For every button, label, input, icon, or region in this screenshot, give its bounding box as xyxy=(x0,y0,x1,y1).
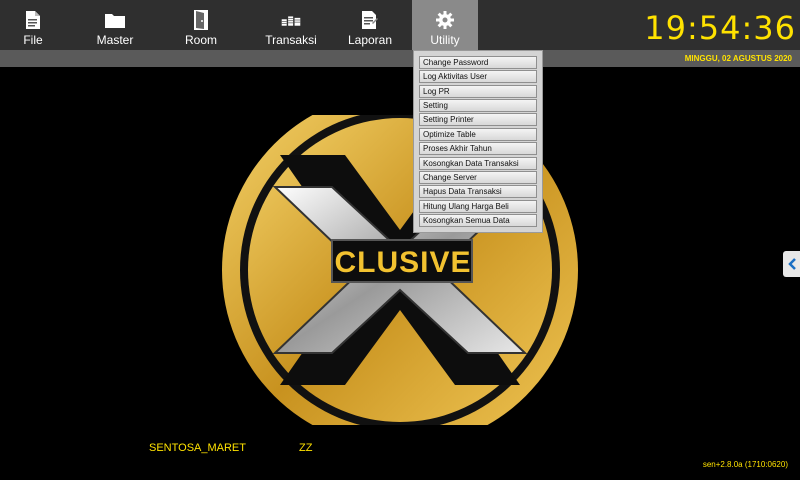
clock-date: MINGGU, 02 AGUSTUS 2020 xyxy=(684,54,792,63)
top-toolbar: File Master Room Transaksi Laporan Utili… xyxy=(0,0,800,50)
menu-file[interactable]: File xyxy=(14,0,52,50)
coins-icon xyxy=(281,10,301,30)
user-code: ZZ xyxy=(299,442,313,454)
utility-dropdown: Change Password Log Aktivitas User Log P… xyxy=(413,50,543,233)
menu-transaksi[interactable]: Transaksi xyxy=(264,0,318,50)
chevron-left-icon xyxy=(787,258,796,270)
menu-utility[interactable]: Utility xyxy=(412,0,478,50)
menu-file-label: File xyxy=(23,33,43,47)
menu-master[interactable]: Master xyxy=(92,0,138,50)
menu-room-label: Room xyxy=(184,33,217,47)
menu-utility-label: Utility xyxy=(430,33,460,47)
door-icon xyxy=(191,10,211,30)
menu-laporan-label: Laporan xyxy=(347,33,393,47)
menu-log-pr[interactable]: Log PR xyxy=(419,85,537,98)
folder-icon xyxy=(105,10,125,30)
menu-hitung-ulang-harga-beli[interactable]: Hitung Ulang Harga Beli xyxy=(419,200,537,213)
logo-text: CLUSIVE xyxy=(334,246,472,279)
menu-master-label: Master xyxy=(96,33,134,47)
menu-log-aktivitas-user[interactable]: Log Aktivitas User xyxy=(419,70,537,83)
menu-kosongkan-semua-data[interactable]: Kosongkan Semua Data xyxy=(419,214,537,227)
menu-setting[interactable]: Setting xyxy=(419,99,537,112)
company-name: SENTOSA_MARET xyxy=(149,442,246,454)
gear-icon xyxy=(435,10,455,30)
menu-transaksi-label: Transaksi xyxy=(265,33,317,47)
menu-change-server[interactable]: Change Server xyxy=(419,171,537,184)
menu-kosongkan-data-transaksi[interactable]: Kosongkan Data Transaksi xyxy=(419,157,537,170)
clock-time: 19:54:36 xyxy=(644,9,796,47)
menu-laporan[interactable]: Laporan xyxy=(344,0,396,50)
side-panel-toggle[interactable] xyxy=(783,251,800,277)
menu-optimize-table[interactable]: Optimize Table xyxy=(419,128,537,141)
menu-proses-akhir-tahun[interactable]: Proses Akhir Tahun xyxy=(419,142,537,155)
date-bar xyxy=(0,50,800,67)
report-icon xyxy=(360,10,380,30)
menu-setting-printer[interactable]: Setting Printer xyxy=(419,113,537,126)
menu-hapus-data-transaksi[interactable]: Hapus Data Transaksi xyxy=(419,185,537,198)
version-label: sen+2.8.0a (1710:0620) xyxy=(702,460,788,469)
menu-change-password[interactable]: Change Password xyxy=(419,56,537,69)
file-icon xyxy=(23,10,43,30)
menu-room[interactable]: Room xyxy=(182,0,220,50)
